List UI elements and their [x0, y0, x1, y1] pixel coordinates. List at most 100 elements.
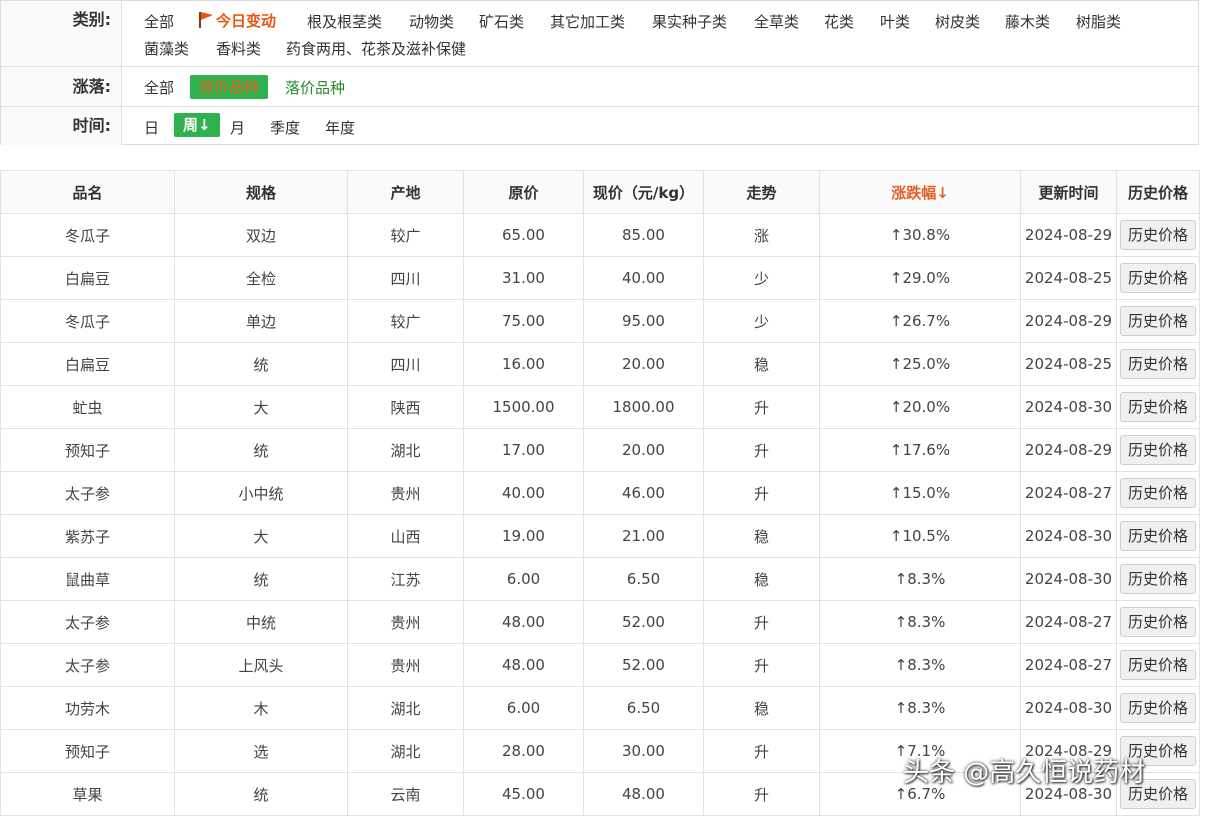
cell-update-date: 2024-08-30: [1020, 514, 1117, 558]
cell-name: 草果: [0, 772, 175, 816]
change-all[interactable]: 全部: [144, 77, 174, 98]
cell-name: 预知子: [0, 428, 175, 472]
table-row: 冬瓜子 双边 较广 65.00 85.00 涨 ↑30.8% 2024-08-29 历史价格: [0, 213, 1200, 257]
cell-spec: 统: [174, 342, 348, 386]
history-price-button[interactable]: 历史价格: [1119, 306, 1196, 336]
category-all[interactable]: 全部: [144, 11, 174, 32]
category-roots[interactable]: 根及根茎类: [307, 11, 382, 32]
watermark: 头条 @高久恒说药材: [903, 758, 1146, 788]
table-header-row: 品名 规格 产地 原价 现价（元/kg） 走势 涨跌幅↓ 更新时间 历史价格: [0, 170, 1200, 214]
time-day[interactable]: 日: [144, 117, 159, 138]
cell-origin: 较广: [347, 299, 464, 343]
category-minerals[interactable]: 矿石类: [479, 11, 524, 32]
cell-history: 历史价格: [1116, 686, 1200, 730]
category-label: 类别:: [1, 1, 122, 66]
cell-new-price: 48.00: [583, 772, 704, 816]
cell-spec: 中统: [174, 600, 348, 644]
header-change-sort[interactable]: 涨跌幅↓: [819, 170, 1021, 214]
category-fruits-seeds[interactable]: 果实种子类: [652, 11, 727, 32]
history-price-button[interactable]: 历史价格: [1119, 607, 1196, 637]
table-row: 紫苏子大山西 19.00 21.00 稳 ↑10.5% 2024-08-30 历史价格: [0, 514, 1200, 558]
cell-change: ↑8.3%: [819, 686, 1021, 730]
change-falling[interactable]: 落价品种: [285, 77, 345, 98]
time-quarter[interactable]: 季度: [270, 117, 300, 138]
table-row: 功劳木木湖北 6.00 6.50 稳 ↑8.3% 2024-08-30 历史价格: [0, 686, 1200, 730]
history-price-button[interactable]: 历史价格: [1119, 435, 1196, 465]
history-price-button[interactable]: 历史价格: [1119, 392, 1196, 422]
cell-change: ↑8.3%: [819, 557, 1021, 601]
cell-old-price: 28.00: [463, 729, 584, 773]
cell-trend: 升: [703, 772, 820, 816]
category-filter-row: 类别: 全部 今日变动 根及根茎类 动物类 矿石类 其它加工类 果实种子类 全草…: [1, 1, 1198, 67]
sort-down-arrow-icon: ↓: [198, 116, 211, 134]
time-year[interactable]: 年度: [325, 117, 355, 138]
category-bark[interactable]: 树皮类: [935, 11, 980, 32]
time-month[interactable]: 月: [230, 117, 245, 138]
history-price-button[interactable]: 历史价格: [1119, 693, 1196, 723]
category-flowers[interactable]: 花类: [824, 11, 854, 32]
cell-origin: 湖北: [347, 428, 464, 472]
category-processed[interactable]: 其它加工类: [550, 11, 625, 32]
cell-new-price: 85.00: [583, 213, 704, 257]
history-price-button[interactable]: 历史价格: [1119, 263, 1196, 293]
category-leaves[interactable]: 叶类: [880, 11, 910, 32]
cell-spec: 小中统: [174, 471, 348, 515]
cell-new-price: 30.00: [583, 729, 704, 773]
table-row: 太子参 上风头 贵州 48.00 52.00 升 ↑8.3% 2024-08-27 历史价格: [0, 643, 1200, 687]
cell-trend: 升: [703, 471, 820, 515]
cell-origin: 较广: [347, 213, 464, 257]
cell-update-date: 2024-08-25: [1020, 256, 1117, 300]
cell-change: ↑17.6%: [819, 428, 1021, 472]
category-resins[interactable]: 树脂类: [1076, 11, 1121, 32]
cell-spec: 全检: [174, 256, 348, 300]
history-price-button[interactable]: 历史价格: [1119, 650, 1196, 680]
cell-name: 虻虫: [0, 385, 175, 429]
cell-trend: 稳: [703, 557, 820, 601]
cell-name: 冬瓜子: [0, 299, 175, 343]
cell-name: 太子参: [0, 471, 175, 515]
cell-origin: 湖北: [347, 729, 464, 773]
cell-update-date: 2024-08-27: [1020, 643, 1117, 687]
history-price-button[interactable]: 历史价格: [1119, 521, 1196, 551]
category-fungi-algae[interactable]: 菌藻类: [144, 38, 189, 59]
cell-change: ↑29.0%: [819, 256, 1021, 300]
change-label: 涨落:: [1, 67, 122, 106]
category-food-tea-tonic[interactable]: 药食两用、花茶及滋补保健: [286, 38, 466, 59]
cell-old-price: 65.00: [463, 213, 584, 257]
cell-update-date: 2024-08-29: [1020, 299, 1117, 343]
cell-origin: 贵州: [347, 600, 464, 644]
cell-update-date: 2024-08-30: [1020, 686, 1117, 730]
category-today-change[interactable]: 今日变动: [198, 10, 276, 31]
cell-new-price: 95.00: [583, 299, 704, 343]
time-week[interactable]: 周↓: [174, 113, 220, 137]
cell-trend: 稳: [703, 686, 820, 730]
category-vines-wood[interactable]: 藤木类: [1005, 11, 1050, 32]
cell-update-date: 2024-08-30: [1020, 385, 1117, 429]
change-rising[interactable]: 涨价品种: [190, 75, 269, 99]
cell-new-price: 21.00: [583, 514, 704, 558]
table-row: 白扁豆 全检 四川 31.00 40.00 少 ↑29.0% 2024-08-25 历史价格: [0, 256, 1200, 300]
cell-spec: 大: [174, 385, 348, 429]
category-spices[interactable]: 香料类: [216, 38, 261, 59]
cell-origin: 四川: [347, 342, 464, 386]
cell-name: 预知子: [0, 729, 175, 773]
cell-history: 历史价格: [1116, 213, 1200, 257]
cell-spec: 大: [174, 514, 348, 558]
cell-trend: 少: [703, 299, 820, 343]
category-whole-herbs[interactable]: 全草类: [754, 11, 799, 32]
history-price-button[interactable]: 历史价格: [1119, 564, 1196, 594]
history-price-button[interactable]: 历史价格: [1119, 220, 1196, 250]
header-new-price: 现价（元/kg）: [583, 170, 704, 214]
category-animals[interactable]: 动物类: [409, 11, 454, 32]
table-row: 冬瓜子 单边 较广 75.00 95.00 少 ↑26.7% 2024-08-29 历史价格: [0, 299, 1200, 343]
cell-change: ↑8.3%: [819, 600, 1021, 644]
cell-new-price: 52.00: [583, 643, 704, 687]
time-filter-row: 时间: 日 周↓ 月 季度 年度: [1, 107, 1198, 145]
history-price-button[interactable]: 历史价格: [1119, 349, 1196, 379]
cell-new-price: 1800.00: [583, 385, 704, 429]
cell-spec: 双边: [174, 213, 348, 257]
cell-name: 冬瓜子: [0, 213, 175, 257]
table-row: 虻虫大陕西 1500.00 1800.00 升 ↑20.0% 2024-08-30 历史价格: [0, 385, 1200, 429]
cell-old-price: 1500.00: [463, 385, 584, 429]
history-price-button[interactable]: 历史价格: [1119, 478, 1196, 508]
